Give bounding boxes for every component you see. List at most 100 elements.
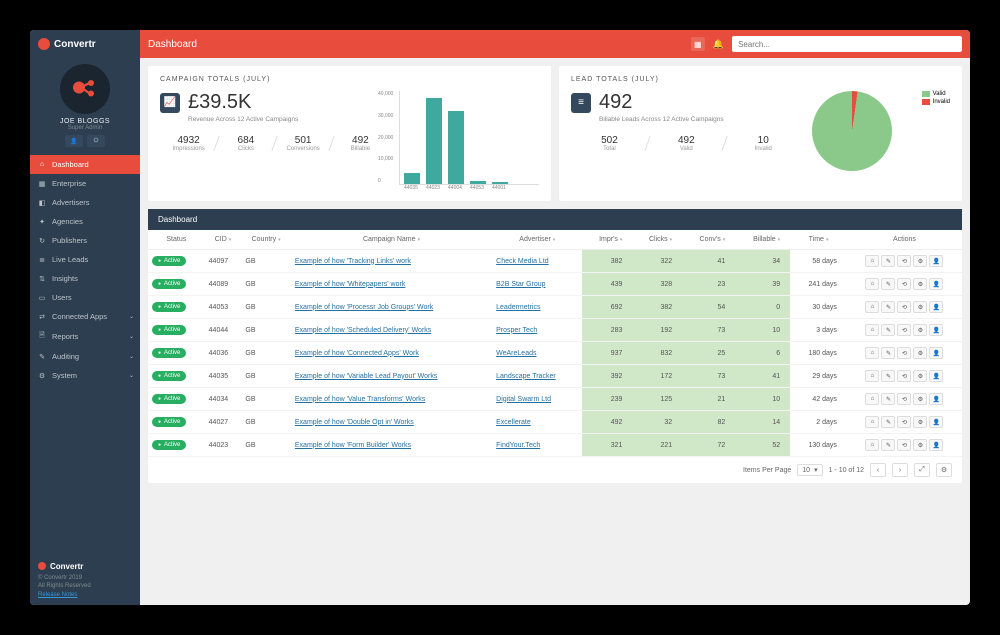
action-home-button[interactable]: ⌂ — [865, 439, 879, 451]
logout-button[interactable]: ⏻ — [87, 135, 105, 147]
action-settings-button[interactable]: ⚙ — [913, 393, 927, 405]
nav-item-dashboard[interactable]: ⌂Dashboard — [30, 155, 140, 174]
nav-item-advertisers[interactable]: ◧Advertisers — [30, 193, 140, 212]
campaign-link[interactable]: Example of how 'Whitepapers' work — [295, 281, 405, 288]
bell-icon[interactable]: 🔔 — [713, 39, 724, 50]
campaign-link[interactable]: Example of how 'Form Builder' Works — [295, 442, 411, 449]
advertiser-link[interactable]: Prosper Tech — [496, 327, 537, 334]
col-cid[interactable]: CID▾ — [205, 230, 242, 250]
action-settings-button[interactable]: ⚙ — [913, 255, 927, 267]
col-advertiser[interactable]: Advertiser▾ — [492, 230, 582, 250]
action-settings-button[interactable]: ⚙ — [913, 370, 927, 382]
campaign-link[interactable]: Example of how 'Scheduled Delivery' Work… — [295, 327, 431, 334]
action-refresh-button[interactable]: ⟲ — [897, 278, 911, 290]
prev-page-button[interactable]: ‹ — [870, 463, 886, 477]
nav-item-system[interactable]: ⚙System⌄ — [30, 366, 140, 385]
action-refresh-button[interactable]: ⟲ — [897, 416, 911, 428]
action-settings-button[interactable]: ⚙ — [913, 301, 927, 313]
action-edit-button[interactable]: ✎ — [881, 301, 895, 313]
action-user-button[interactable]: 👤 — [929, 370, 943, 382]
col-country[interactable]: Country▾ — [241, 230, 291, 250]
action-user-button[interactable]: 👤 — [929, 439, 943, 451]
action-edit-button[interactable]: ✎ — [881, 393, 895, 405]
action-user-button[interactable]: 👤 — [929, 393, 943, 405]
action-refresh-button[interactable]: ⟲ — [897, 439, 911, 451]
action-user-button[interactable]: 👤 — [929, 324, 943, 336]
action-edit-button[interactable]: ✎ — [881, 439, 895, 451]
action-edit-button[interactable]: ✎ — [881, 255, 895, 267]
advertiser-link[interactable]: Landscape Tracker — [496, 373, 556, 380]
advertiser-link[interactable]: Check Media Ltd — [496, 258, 549, 265]
campaign-link[interactable]: Example of how 'Connected Apps' Work — [295, 350, 419, 357]
next-page-button[interactable]: › — [892, 463, 908, 477]
calendar-icon[interactable]: ▦ — [691, 37, 705, 51]
advertiser-link[interactable]: Leadermetrics — [496, 304, 540, 311]
action-home-button[interactable]: ⌂ — [865, 255, 879, 267]
action-edit-button[interactable]: ✎ — [881, 347, 895, 359]
action-settings-button[interactable]: ⚙ — [913, 439, 927, 451]
action-edit-button[interactable]: ✎ — [881, 324, 895, 336]
advertiser-link[interactable]: WeAreLeads — [496, 350, 536, 357]
campaign-link[interactable]: Example of how 'Value Transforms' Works — [295, 396, 425, 403]
search-input[interactable] — [738, 40, 956, 49]
campaign-link[interactable]: Example of how 'Double Opt in' Works — [295, 419, 414, 426]
action-home-button[interactable]: ⌂ — [865, 416, 879, 428]
nav-item-publishers[interactable]: ↻Publishers — [30, 231, 140, 250]
settings-button[interactable]: ⚙ — [936, 463, 952, 477]
nav-item-enterprise[interactable]: ▦Enterprise — [30, 174, 140, 193]
action-edit-button[interactable]: ✎ — [881, 416, 895, 428]
action-home-button[interactable]: ⌂ — [865, 278, 879, 290]
nav-item-insights[interactable]: ⇅Insights — [30, 269, 140, 288]
action-user-button[interactable]: 👤 — [929, 301, 943, 313]
nav-item-connected-apps[interactable]: ⇄Connected Apps⌄ — [30, 307, 140, 326]
nav-item-reports[interactable]: 🗎Reports⌄ — [30, 326, 140, 347]
col-actions[interactable]: Actions — [847, 230, 962, 250]
action-home-button[interactable]: ⌂ — [865, 370, 879, 382]
release-notes-link[interactable]: Release Notes — [38, 592, 77, 598]
campaign-link[interactable]: Example of how 'Processr Job Groups' Wor… — [295, 304, 433, 311]
col-clicks[interactable]: Clicks▾ — [632, 230, 682, 250]
action-home-button[interactable]: ⌂ — [865, 347, 879, 359]
action-refresh-button[interactable]: ⟲ — [897, 347, 911, 359]
action-settings-button[interactable]: ⚙ — [913, 278, 927, 290]
campaign-link[interactable]: Example of how 'Tracking Links' work — [295, 258, 411, 265]
action-edit-button[interactable]: ✎ — [881, 370, 895, 382]
items-per-page-select[interactable]: 10▾ — [797, 464, 822, 476]
advertiser-link[interactable]: Excellerate — [496, 419, 531, 426]
action-settings-button[interactable]: ⚙ — [913, 347, 927, 359]
expand-button[interactable]: ⤢ — [914, 463, 930, 477]
action-settings-button[interactable]: ⚙ — [913, 324, 927, 336]
advertiser-link[interactable]: FindYour.Tech — [496, 442, 540, 449]
advertiser-link[interactable]: B2B Star Group — [496, 281, 545, 288]
col-impr-s[interactable]: Impr's▾ — [582, 230, 632, 250]
col-campaign-name[interactable]: Campaign Name▾ — [291, 230, 492, 250]
action-user-button[interactable]: 👤 — [929, 278, 943, 290]
brand-logo[interactable]: Convertr — [30, 30, 140, 58]
action-refresh-button[interactable]: ⟲ — [897, 255, 911, 267]
action-refresh-button[interactable]: ⟲ — [897, 393, 911, 405]
action-refresh-button[interactable]: ⟲ — [897, 370, 911, 382]
action-home-button[interactable]: ⌂ — [865, 301, 879, 313]
action-user-button[interactable]: 👤 — [929, 255, 943, 267]
campaign-link[interactable]: Example of how 'Variable Lead Payout' Wo… — [295, 373, 438, 380]
action-user-button[interactable]: 👤 — [929, 347, 943, 359]
advertiser-link[interactable]: Digital Swarm Ltd — [496, 396, 551, 403]
action-refresh-button[interactable]: ⟲ — [897, 324, 911, 336]
avatar[interactable] — [60, 64, 110, 114]
col-conv-s[interactable]: Conv's▾ — [682, 230, 735, 250]
nav-item-agencies[interactable]: ✦Agencies — [30, 212, 140, 231]
col-time[interactable]: Time▾ — [790, 230, 847, 250]
profile-button[interactable]: 👤 — [65, 135, 83, 147]
action-home-button[interactable]: ⌂ — [865, 324, 879, 336]
col-billable[interactable]: Billable▾ — [735, 230, 790, 250]
nav-item-auditing[interactable]: ✎Auditing⌄ — [30, 347, 140, 366]
action-user-button[interactable]: 👤 — [929, 416, 943, 428]
nav-item-live-leads[interactable]: ≣Live Leads — [30, 250, 140, 269]
action-refresh-button[interactable]: ⟲ — [897, 301, 911, 313]
col-status[interactable]: Status — [148, 230, 205, 250]
search-box[interactable] — [732, 36, 962, 52]
action-settings-button[interactable]: ⚙ — [913, 416, 927, 428]
action-home-button[interactable]: ⌂ — [865, 393, 879, 405]
nav-item-users[interactable]: ▭Users — [30, 288, 140, 307]
action-edit-button[interactable]: ✎ — [881, 278, 895, 290]
